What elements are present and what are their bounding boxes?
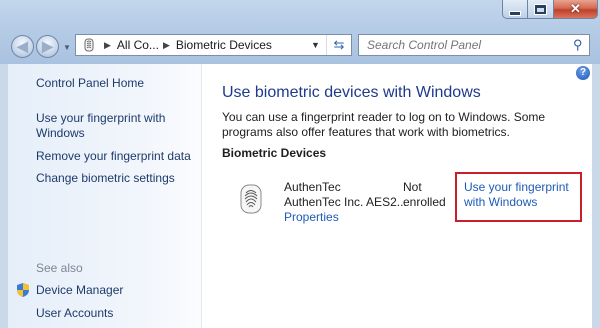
search-icon[interactable]: ⚲	[573, 37, 583, 53]
sidebar-link-remove-fingerprint[interactable]: Remove your fingerprint data	[36, 149, 191, 164]
minimize-icon	[510, 11, 520, 15]
device-properties-link[interactable]: Properties	[284, 210, 339, 224]
breadcrumb-all-control-panel[interactable]: All Co...	[117, 38, 159, 52]
forward-arrow-icon: ▶	[42, 38, 53, 54]
minimize-button[interactable]	[502, 0, 528, 19]
window-controls: ✕	[502, 0, 598, 20]
device-name: AuthenTec	[284, 180, 341, 194]
control-panel-icon	[84, 38, 94, 52]
main-panel: ? Use biometric devices with Windows You…	[202, 64, 592, 328]
window-titlebar: ✕ ◀ ▶ ▼ ▶ All Co... ▶ Biometric Devices …	[0, 0, 600, 64]
content-area: Control Panel Home Use your fingerprint …	[8, 64, 592, 328]
breadcrumb-biometric-devices[interactable]: Biometric Devices	[176, 38, 272, 52]
device-model: AuthenTec Inc. AES2...	[284, 195, 407, 209]
sidebar-link-use-fingerprint[interactable]: Use your fingerprint with Windows	[36, 111, 186, 141]
close-icon: ✕	[570, 1, 581, 16]
back-button[interactable]: ◀	[11, 35, 34, 58]
recent-pages-dropdown[interactable]: ▼	[63, 43, 71, 52]
sidebar-link-user-accounts[interactable]: User Accounts	[36, 306, 113, 321]
back-arrow-icon: ◀	[17, 38, 28, 54]
shield-icon	[17, 283, 29, 297]
maximize-button[interactable]	[528, 0, 554, 19]
page-title: Use biometric devices with Windows	[222, 84, 481, 101]
see-also-heading: See also	[36, 261, 83, 275]
sidebar-link-device-manager[interactable]: Device Manager	[36, 283, 123, 298]
use-fingerprint-link[interactable]: Use your fingerprint with Windows	[464, 180, 584, 210]
breadcrumb-separator-icon[interactable]: ▶	[104, 40, 111, 51]
address-bar[interactable]: ▶ All Co... ▶ Biometric Devices ▼ ⇆	[75, 34, 352, 56]
sidebar: Control Panel Home Use your fingerprint …	[8, 64, 202, 328]
forward-button[interactable]: ▶	[36, 35, 59, 58]
sidebar-link-control-panel-home[interactable]: Control Panel Home	[36, 76, 144, 91]
refresh-icon[interactable]: ⇆	[327, 37, 351, 53]
device-status: Not enrolled	[403, 180, 446, 209]
page-description: You can use a fingerprint reader to log …	[222, 110, 546, 139]
help-icon[interactable]: ?	[576, 66, 590, 80]
search-input[interactable]	[367, 38, 567, 52]
maximize-icon	[535, 4, 546, 14]
address-history-dropdown[interactable]: ▼	[305, 35, 327, 55]
close-button[interactable]: ✕	[554, 0, 598, 19]
search-box[interactable]: ⚲	[358, 34, 590, 56]
section-heading-biometric-devices: Biometric Devices	[222, 146, 327, 160]
breadcrumb-separator-icon[interactable]: ▶	[163, 40, 170, 51]
sidebar-link-change-biometric-settings[interactable]: Change biometric settings	[36, 171, 175, 186]
fingerprint-reader-icon	[240, 184, 262, 214]
